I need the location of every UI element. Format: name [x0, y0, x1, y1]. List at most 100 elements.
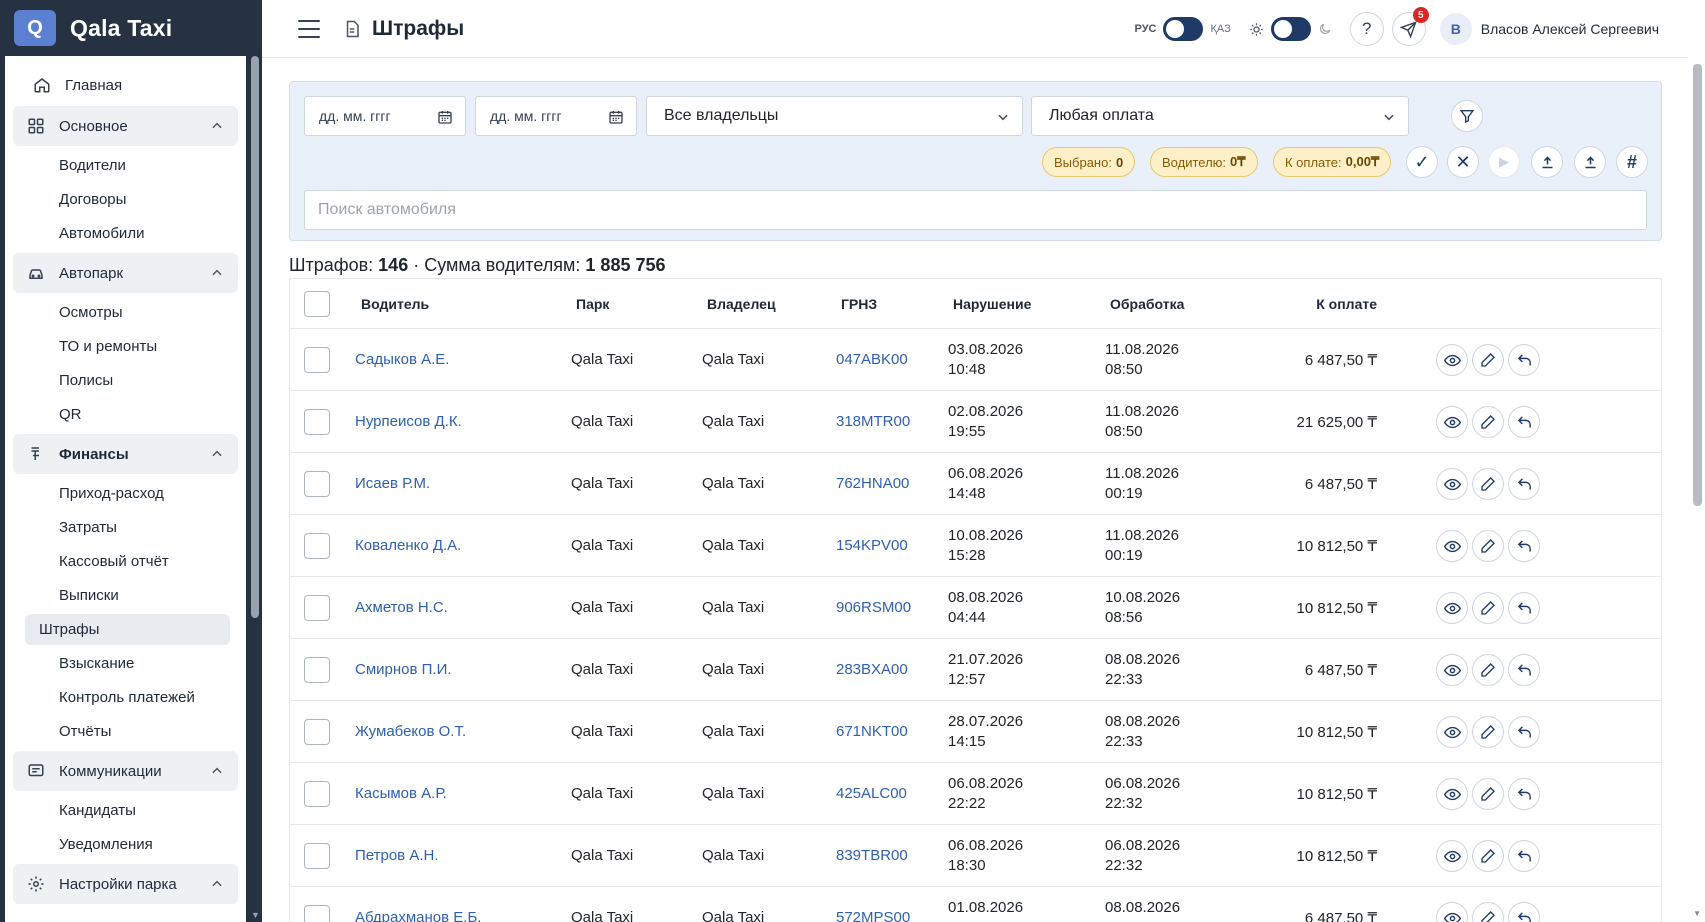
owners-select[interactable]: Все владельцы — [646, 96, 1023, 136]
language-toggle[interactable] — [1163, 17, 1204, 41]
col-driver[interactable]: Водитель — [361, 279, 429, 328]
sidebar-group-1[interactable]: Автопарк — [13, 253, 238, 293]
sidebar-scrollbar-thumb[interactable] — [251, 56, 259, 618]
sidebar-item-2-7[interactable]: Отчёты — [21, 716, 230, 747]
table-row[interactable]: Касымов А.Р. Qala Taxi Qala Taxi 425ALC00 06… — [290, 763, 1661, 825]
sidebar-scrollbar[interactable]: ▼ — [249, 56, 261, 922]
view-button[interactable] — [1436, 344, 1468, 376]
sidebar-item-3-1[interactable]: Уведомления — [21, 829, 230, 860]
chevron-up-icon[interactable] — [210, 447, 224, 461]
edit-button[interactable] — [1472, 716, 1504, 748]
edit-button[interactable] — [1472, 468, 1504, 500]
row-checkbox[interactable] — [304, 904, 330, 922]
plate-link[interactable]: 762HNA00 — [836, 453, 909, 514]
reject-button[interactable]: ✕ — [1447, 146, 1479, 178]
view-button[interactable] — [1436, 902, 1468, 922]
row-checkbox[interactable] — [304, 532, 330, 559]
sidebar-item-0-1[interactable]: Договоры — [21, 184, 230, 215]
upload-button[interactable] — [1531, 146, 1563, 178]
driver-link[interactable]: Смирнов П.И. — [355, 639, 452, 700]
table-row[interactable]: Нурпеисов Д.К. Qala Taxi Qala Taxi 318MTR00… — [290, 391, 1661, 453]
sidebar-item-3-0[interactable]: Кандидаты — [21, 795, 230, 826]
edit-button[interactable] — [1472, 592, 1504, 624]
chevron-up-icon[interactable] — [210, 266, 224, 280]
sidebar-item-2-4[interactable]: Штрафы — [25, 614, 230, 645]
edit-button[interactable] — [1472, 344, 1504, 376]
plate-link[interactable]: 572MPS00 — [836, 887, 910, 922]
theme-toggle[interactable] — [1270, 17, 1311, 41]
plate-link[interactable]: 906RSM00 — [836, 577, 911, 638]
driver-link[interactable]: Жумабеков О.Т. — [355, 701, 466, 762]
plate-link[interactable]: 154KPV00 — [836, 515, 908, 576]
table-row[interactable]: Ахметов Н.С. Qala Taxi Qala Taxi 906RSM00 08… — [290, 577, 1661, 639]
driver-link[interactable]: Коваленко Д.А. — [355, 515, 461, 576]
sidebar-item-2-2[interactable]: Кассовый отчёт — [21, 546, 230, 577]
avatar[interactable]: В — [1439, 13, 1472, 45]
calendar-icon[interactable] — [608, 109, 624, 125]
revert-button[interactable] — [1508, 468, 1540, 500]
edit-button[interactable] — [1472, 902, 1504, 922]
car-search-input[interactable]: Поиск автомобиля — [304, 190, 1647, 230]
brand[interactable]: Q Qala Taxi — [0, 0, 262, 56]
edit-button[interactable] — [1472, 654, 1504, 686]
sidebar-item-2-5[interactable]: Взыскание — [21, 648, 230, 679]
sidebar-item-0-0[interactable]: Водители — [21, 150, 230, 181]
page-scrollbar[interactable]: ▼ — [1688, 0, 1705, 922]
page-scrollbar-thumb[interactable] — [1693, 64, 1702, 506]
col-processed[interactable]: Обработка — [1110, 279, 1184, 328]
confirm-button[interactable]: ✓ — [1406, 146, 1438, 178]
view-button[interactable] — [1436, 530, 1468, 562]
revert-button[interactable] — [1508, 840, 1540, 872]
plate-link[interactable]: 047ABK00 — [836, 329, 908, 390]
plate-link[interactable]: 425ALC00 — [836, 763, 907, 824]
sidebar-item-0-2[interactable]: Автомобили — [21, 218, 230, 249]
row-checkbox[interactable] — [304, 842, 330, 869]
chevron-up-icon[interactable] — [210, 877, 224, 891]
revert-button[interactable] — [1508, 530, 1540, 562]
select-all-checkbox[interactable] — [304, 290, 330, 317]
run-button[interactable]: ▶ — [1488, 146, 1520, 178]
table-row[interactable]: Садыков А.Е. Qala Taxi Qala Taxi 047ABK00 03… — [290, 329, 1661, 391]
sidebar-item-2-0[interactable]: Приход-расход — [21, 478, 230, 509]
view-button[interactable] — [1436, 468, 1468, 500]
view-button[interactable] — [1436, 406, 1468, 438]
view-button[interactable] — [1436, 840, 1468, 872]
col-owner[interactable]: Владелец — [707, 279, 776, 328]
sidebar-item-2-3[interactable]: Выписки — [21, 580, 230, 611]
col-plate[interactable]: ГРНЗ — [841, 279, 877, 328]
date-from-input[interactable]: дд. мм. гггг — [304, 96, 466, 136]
view-button[interactable] — [1436, 716, 1468, 748]
col-topay[interactable]: К оплате — [1250, 279, 1377, 328]
sidebar-group-3[interactable]: Коммуникации — [13, 751, 238, 791]
sidebar-group-0[interactable]: Основное — [13, 106, 238, 146]
plate-link[interactable]: 839TBR00 — [836, 825, 908, 886]
col-violation[interactable]: Нарушение — [953, 279, 1031, 328]
sidebar-item-1-0[interactable]: Осмотры — [21, 297, 230, 328]
sidebar-item-1-3[interactable]: QR — [21, 399, 230, 430]
sidebar-item-2-1[interactable]: Затраты — [21, 512, 230, 543]
table-row[interactable]: Исаев Р.М. Qala Taxi Qala Taxi 762HNA00 06.0… — [290, 453, 1661, 515]
date-to-input[interactable]: дд. мм. гггг — [475, 96, 637, 136]
sidebar-group-2[interactable]: Финансы — [13, 434, 238, 474]
row-checkbox[interactable] — [304, 470, 330, 497]
driver-link[interactable]: Нурпеисов Д.К. — [355, 391, 462, 452]
plate-link[interactable]: 283BXA00 — [836, 639, 908, 700]
view-button[interactable] — [1436, 592, 1468, 624]
export-button[interactable] — [1574, 146, 1606, 178]
sidebar-item-1-2[interactable]: Полисы — [21, 365, 230, 396]
user-name[interactable]: Власов Алексей Сергеевич — [1481, 21, 1659, 37]
plate-link[interactable]: 318MTR00 — [836, 391, 910, 452]
payment-select[interactable]: Любая оплата — [1031, 96, 1409, 136]
driver-link[interactable]: Ахметов Н.С. — [355, 577, 448, 638]
edit-button[interactable] — [1472, 840, 1504, 872]
telegram-button[interactable]: 5 — [1391, 7, 1429, 46]
revert-button[interactable] — [1508, 902, 1540, 922]
col-park[interactable]: Парк — [576, 279, 609, 328]
hamburger-icon[interactable] — [298, 19, 320, 38]
driver-link[interactable]: Садыков А.Е. — [355, 329, 449, 390]
plate-link[interactable]: 671NKT00 — [836, 701, 908, 762]
sidebar-item-1-1[interactable]: ТО и ремонты — [21, 331, 230, 362]
filter-button[interactable] — [1451, 100, 1483, 132]
driver-link[interactable]: Абдрахманов Е.Б. — [355, 887, 481, 922]
table-row[interactable]: Абдрахманов Е.Б. Qala Taxi Qala Taxi 572MPS… — [290, 887, 1661, 922]
